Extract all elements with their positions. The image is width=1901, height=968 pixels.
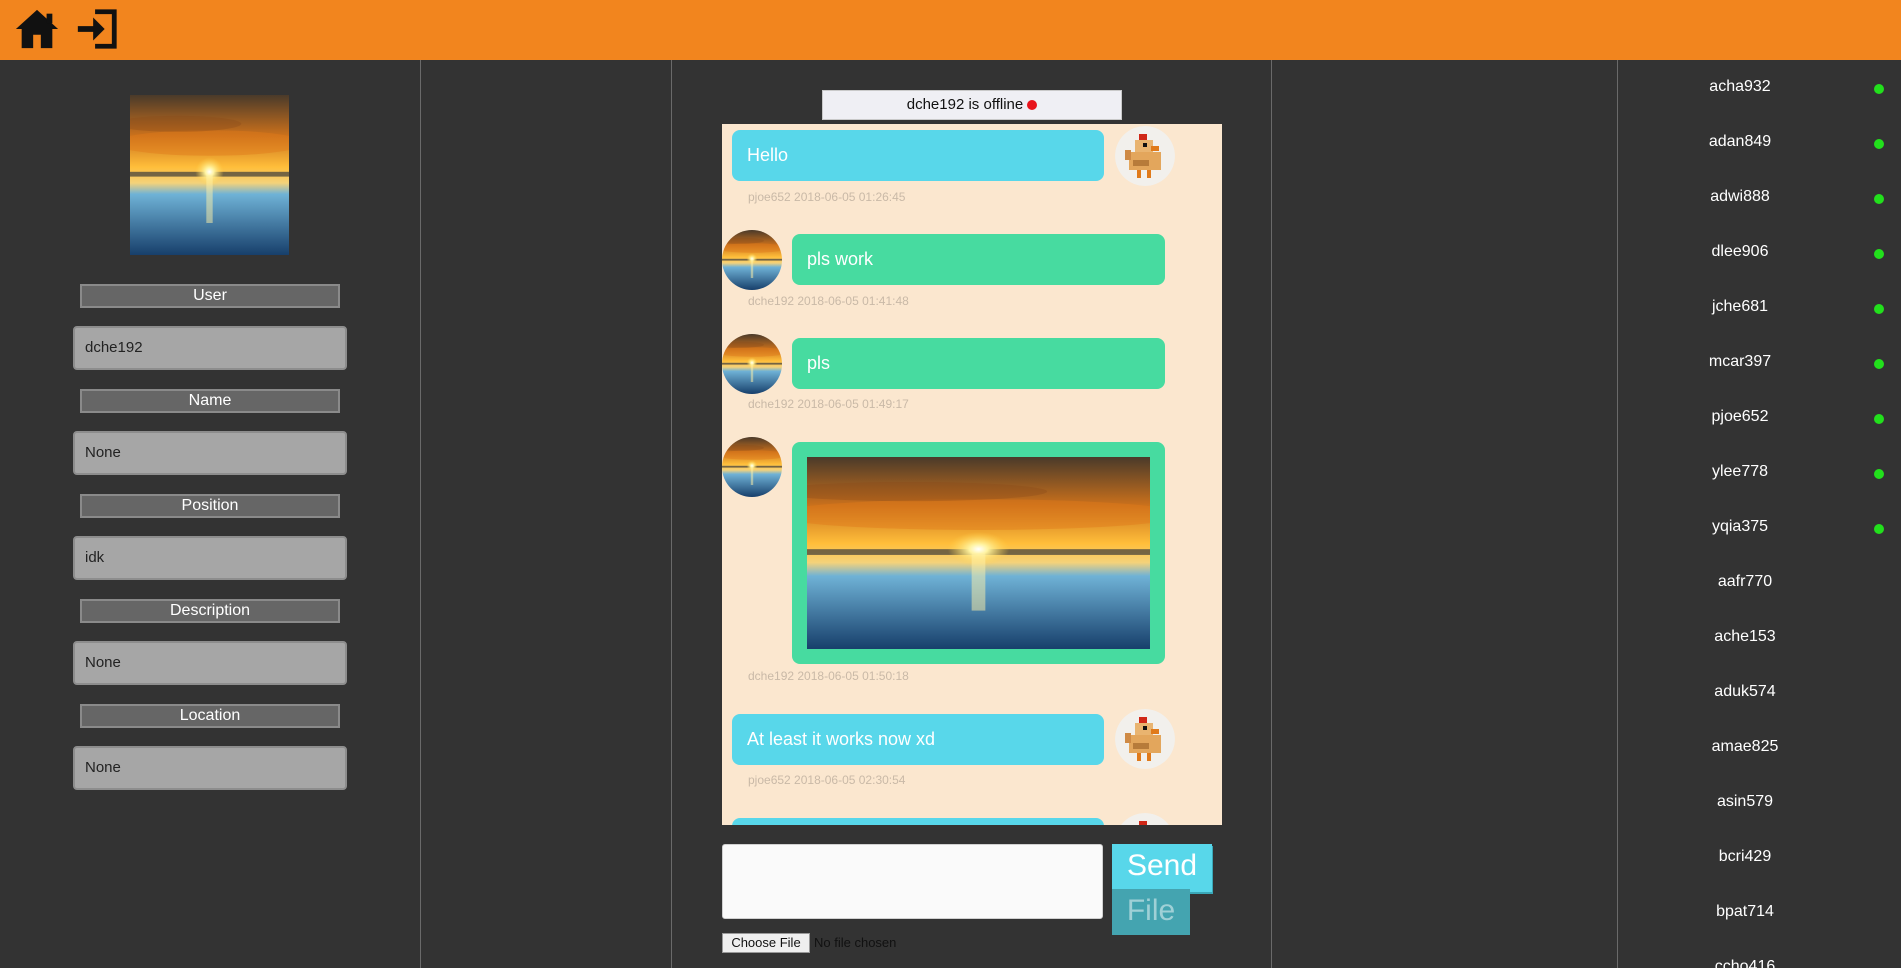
name-label: Name [80,389,340,413]
chat-status-text: dche192 is offline [906,96,1024,113]
user-list-item[interactable]: ache153 [1625,622,1865,652]
user-list-item[interactable]: amae825 [1625,732,1865,762]
user-list-item[interactable]: adwi888 [1620,182,1884,212]
user-name: bcri429 [1718,848,1772,865]
user-list-item[interactable]: ccho416 [1625,952,1865,968]
user-name: pjoe652 [1711,408,1769,425]
user-name: jche681 [1711,298,1769,315]
user-list-item[interactable]: jche681 [1620,292,1884,322]
chicken-avatar-icon [1115,126,1175,186]
user-name: adan849 [1708,133,1772,150]
online-indicator-icon [1874,524,1884,534]
chicken-avatar-icon [1115,813,1175,825]
user-list-item[interactable]: bpat714 [1625,897,1865,927]
divider [1271,60,1272,968]
user-label: User [80,284,340,308]
user-name: dlee906 [1711,243,1769,260]
description-label: Description [80,599,340,623]
message-meta: dche192 2018-06-05 01:49:17 [748,397,909,411]
sunset-avatar-icon [722,230,782,290]
home-icon[interactable] [14,6,60,52]
user-name: yqia375 [1711,518,1769,535]
message-text: pls work [807,249,874,269]
online-indicator-icon [1874,194,1884,204]
message-meta: pjoe652 2018-06-05 02:30:54 [748,773,906,787]
message-meta: pjoe652 2018-06-05 01:26:45 [748,190,906,204]
chat-status-bar: dche192 is offline [822,90,1122,120]
message-input[interactable] [722,844,1103,919]
user-name: ccho416 [1714,958,1776,968]
choose-file-button[interactable]: Choose File [722,933,810,953]
sunset-avatar-icon [722,437,782,497]
message-bubble: At least it works now xd [732,714,1104,765]
description-field[interactable]: None [73,641,347,685]
user-name: aduk574 [1714,683,1776,700]
sign-in-icon[interactable] [74,6,120,52]
online-indicator-icon [1874,84,1884,94]
message-bubble [732,818,1104,825]
user-name: aafr770 [1717,573,1773,590]
top-navbar [0,0,1901,60]
user-name: ache153 [1714,628,1776,645]
sunset-image[interactable] [807,457,1150,649]
image-message-bubble [792,442,1165,664]
divider [671,60,672,968]
message-bubble: pls [792,338,1165,389]
user-name: asin579 [1716,793,1774,810]
user-name: adwi888 [1710,188,1770,205]
position-field[interactable]: idk [73,536,347,580]
message-meta: dche192 2018-06-05 01:41:48 [748,294,909,308]
location-field[interactable]: None [73,746,347,790]
user-list-item[interactable]: ylee778 [1620,457,1884,487]
user-list-item[interactable]: dlee906 [1620,237,1884,267]
divider [420,60,421,968]
user-list-item[interactable]: adan849 [1620,127,1884,157]
message-bubble: Hello [732,130,1104,181]
user-name: acha932 [1709,78,1771,95]
online-indicator-icon [1874,414,1884,424]
user-name: amae825 [1711,738,1779,755]
user-list-item[interactable]: asin579 [1625,787,1865,817]
sunset-avatar-icon [722,334,782,394]
name-field[interactable]: None [73,431,347,475]
no-file-text: No file chosen [814,935,897,950]
message-text: Hello [747,145,789,165]
online-indicator-icon [1874,359,1884,369]
user-list-item[interactable]: mcar397 [1620,347,1884,377]
user-list-item[interactable]: pjoe652 [1620,402,1884,432]
user-name: ylee778 [1711,463,1769,480]
user-list-item[interactable]: aduk574 [1625,677,1865,707]
location-label: Location [80,704,340,728]
message-text: At least it works now xd [747,729,936,749]
offline-indicator-icon [1027,100,1038,110]
user-list-item[interactable]: yqia375 [1620,512,1884,542]
divider [1617,60,1618,968]
message-bubble: pls work [792,234,1165,285]
message-meta: dche192 2018-06-05 01:50:18 [748,669,909,683]
online-indicator-icon [1874,304,1884,314]
user-name: bpat714 [1716,903,1774,920]
online-indicator-icon [1874,469,1884,479]
user-name: mcar397 [1708,353,1772,370]
user-list-item[interactable]: bcri429 [1625,842,1865,872]
message-text: pls [807,353,831,373]
profile-picture [130,95,289,255]
position-label: Position [80,494,340,518]
file-button[interactable]: File [1112,889,1190,935]
send-button[interactable]: Send [1112,844,1212,892]
chat-messages[interactable]: Hello pjoe652 2018-06-05 01:26:45 pls wo… [722,124,1222,825]
user-list-item[interactable]: aafr770 [1625,567,1865,597]
online-indicator-icon [1874,249,1884,259]
online-indicator-icon [1874,139,1884,149]
user-list-item[interactable]: acha932 [1620,72,1884,102]
user-field[interactable]: dche192 [73,326,347,370]
chicken-avatar-icon [1115,709,1175,769]
